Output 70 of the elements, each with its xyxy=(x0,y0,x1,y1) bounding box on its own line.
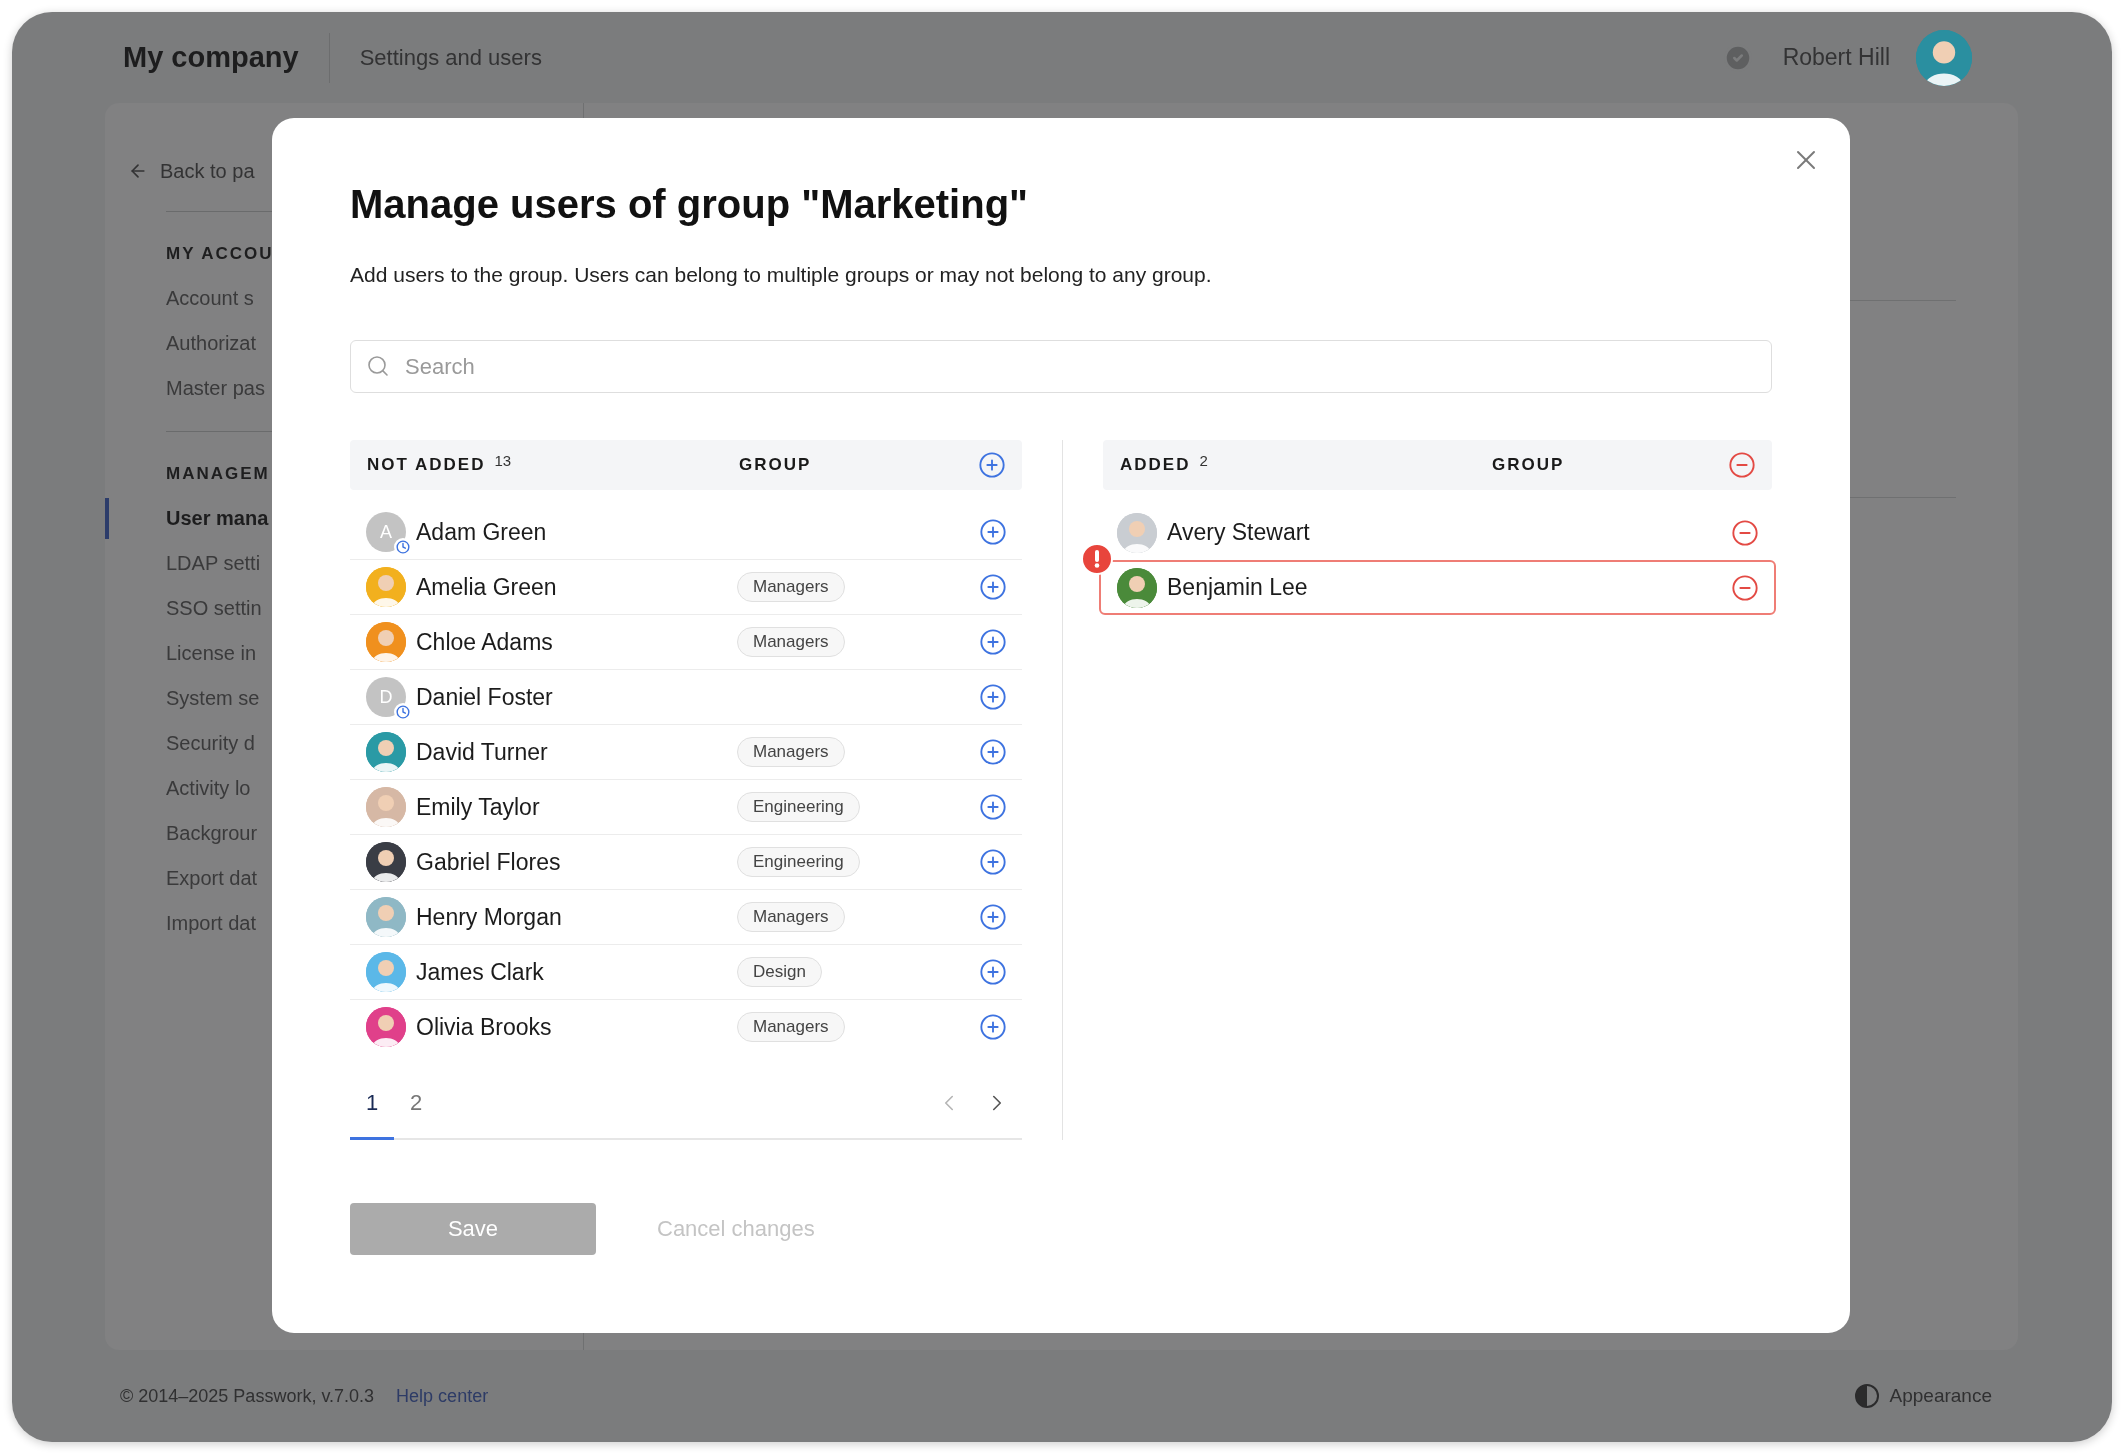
group-tag: Managers xyxy=(737,627,845,657)
group-tag: Design xyxy=(737,957,822,987)
dialog-description: Add users to the group. Users can belong to multiple groups or may not belong to any group. xyxy=(350,262,1213,288)
user-name: Gabriel Flores xyxy=(416,848,562,876)
user-name: Adam Green xyxy=(416,518,548,546)
user-name: David Turner xyxy=(416,738,549,766)
selection-bar xyxy=(105,498,109,539)
group-tag: Managers xyxy=(737,902,845,932)
user-name: Avery Stewart xyxy=(1167,519,1311,546)
user-name: Olivia Brooks xyxy=(416,1013,553,1041)
sidebar-item[interactable]: SSO settin xyxy=(166,586,262,631)
add-all-icon[interactable] xyxy=(977,450,1007,480)
sidebar-item[interactable]: Import dat xyxy=(166,901,257,946)
group-tag: Managers xyxy=(737,572,845,602)
sidebar-item[interactable]: Account s xyxy=(166,276,254,321)
add-icon[interactable] xyxy=(978,682,1008,712)
group-tag: Managers xyxy=(737,1012,845,1042)
add-icon[interactable] xyxy=(978,517,1008,547)
sidebar-heading: MY ACCOU xyxy=(166,243,274,265)
remove-icon[interactable] xyxy=(1730,517,1760,548)
page-tab[interactable]: 2 xyxy=(394,1080,438,1140)
user-name: Chloe Adams xyxy=(416,628,554,656)
page-tab[interactable]: 1 xyxy=(350,1080,394,1140)
count-label: 2 xyxy=(1199,452,1208,469)
add-icon[interactable] xyxy=(978,792,1008,822)
add-icon[interactable] xyxy=(978,627,1008,657)
sidebar-item[interactable]: User mana xyxy=(166,496,269,541)
column-title: GROUP xyxy=(739,455,813,475)
sidebar-item[interactable]: LDAP setti xyxy=(166,541,261,586)
sidebar-item[interactable]: License in xyxy=(166,631,257,676)
add-icon[interactable] xyxy=(978,847,1008,877)
contrast-icon xyxy=(1853,1383,1880,1409)
add-icon[interactable] xyxy=(978,902,1008,932)
sidebar-item[interactable]: System se xyxy=(166,676,260,721)
help-link[interactable]: Help center xyxy=(396,1385,489,1407)
sidebar-item[interactable]: Master pas xyxy=(166,366,265,411)
add-icon[interactable] xyxy=(978,1012,1008,1042)
section-title: Settings and users xyxy=(359,44,542,71)
user-name: Amelia Green xyxy=(416,573,558,601)
add-icon[interactable] xyxy=(978,737,1008,767)
user-name: Henry Morgan xyxy=(416,903,563,931)
remove-all-icon[interactable] xyxy=(1727,450,1757,480)
user-name: Daniel Foster xyxy=(416,683,554,711)
user-name: James Clark xyxy=(416,958,545,986)
sidebar-item[interactable]: Export dat xyxy=(166,856,258,901)
appearance-button[interactable]: Appearance xyxy=(1853,1383,1992,1409)
count-label: 13 xyxy=(494,452,512,469)
company-name: My company xyxy=(123,41,299,74)
user-name: Emily Taylor xyxy=(416,793,541,821)
group-tag: Engineering xyxy=(737,847,860,877)
copyright-text: © 2014–2025 Passwork, v.7.0.3 xyxy=(120,1385,375,1407)
group-tag: Engineering xyxy=(737,792,860,822)
avatar: D xyxy=(366,677,406,717)
group-tag: Managers xyxy=(737,737,845,767)
user-name: Benjamin Lee xyxy=(1167,574,1309,601)
avatar: A xyxy=(366,512,406,552)
column-title: NOT ADDED xyxy=(367,455,486,475)
sidebar-item[interactable]: Backgrour xyxy=(166,811,258,856)
sidebar-heading: MANAGEM xyxy=(166,463,270,485)
sidebar-item[interactable]: Authorizat xyxy=(166,321,257,366)
search-icon xyxy=(366,354,390,378)
search-field[interactable]: Search xyxy=(350,340,1772,393)
add-icon[interactable] xyxy=(978,957,1008,987)
sidebar-item[interactable]: Security d xyxy=(166,721,255,766)
column-title: ADDED xyxy=(1120,455,1191,475)
user-name[interactable]: Robert Hill xyxy=(1782,44,1890,71)
sidebar-item[interactable]: Activity lo xyxy=(166,766,251,811)
remove-icon[interactable] xyxy=(1730,572,1760,603)
add-icon[interactable] xyxy=(978,572,1008,602)
column-title: GROUP xyxy=(1492,455,1566,475)
